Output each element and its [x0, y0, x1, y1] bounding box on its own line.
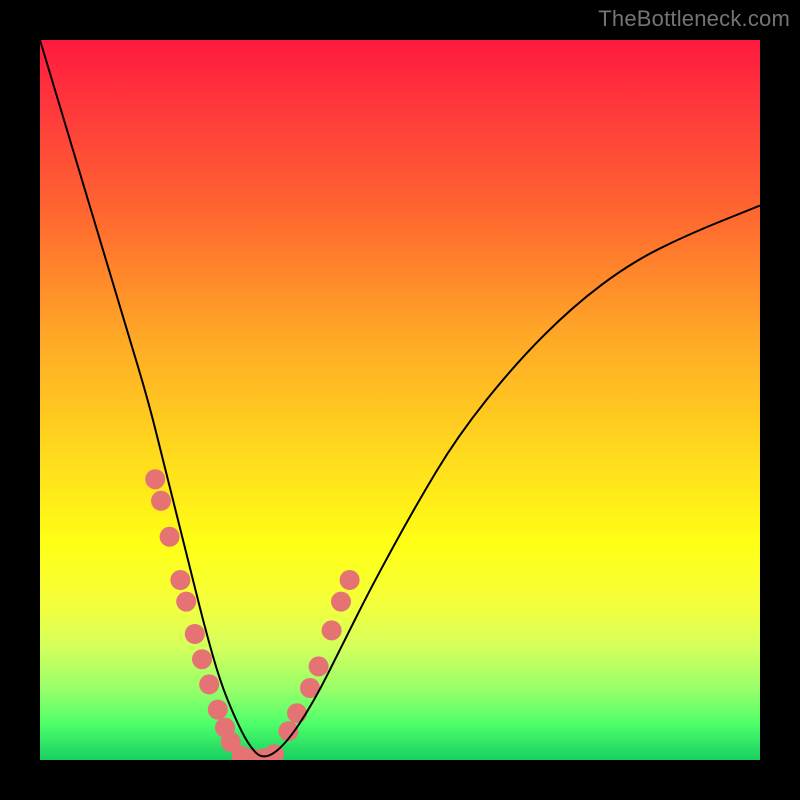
highlight-dot: [208, 700, 228, 720]
highlight-dot: [278, 721, 298, 741]
highlight-dot: [151, 491, 171, 511]
highlight-dot: [199, 674, 219, 694]
highlight-dot: [145, 469, 165, 489]
highlight-dot: [253, 749, 273, 760]
watermark-text: TheBottleneck.com: [598, 6, 790, 32]
highlight-dot: [300, 678, 320, 698]
highlight-dot: [322, 620, 342, 640]
highlight-dot: [170, 570, 190, 590]
dots-layer: [145, 469, 359, 760]
highlight-dot: [221, 732, 241, 752]
highlight-dot: [331, 592, 351, 612]
highlight-dot: [309, 656, 329, 676]
highlight-dot: [287, 703, 307, 723]
highlight-dot: [185, 624, 205, 644]
highlight-dot: [242, 749, 262, 760]
chart-svg: [40, 40, 760, 760]
highlight-dot: [215, 718, 235, 738]
highlight-dot: [232, 746, 252, 760]
bottleneck-curve-path: [40, 40, 760, 756]
highlight-dot: [340, 570, 360, 590]
highlight-dot: [264, 744, 284, 760]
chart-outer-frame: TheBottleneck.com: [0, 0, 800, 800]
chart-plot-area: [40, 40, 760, 760]
highlight-dot: [176, 592, 196, 612]
highlight-dot: [160, 527, 180, 547]
highlight-dot: [192, 649, 212, 669]
